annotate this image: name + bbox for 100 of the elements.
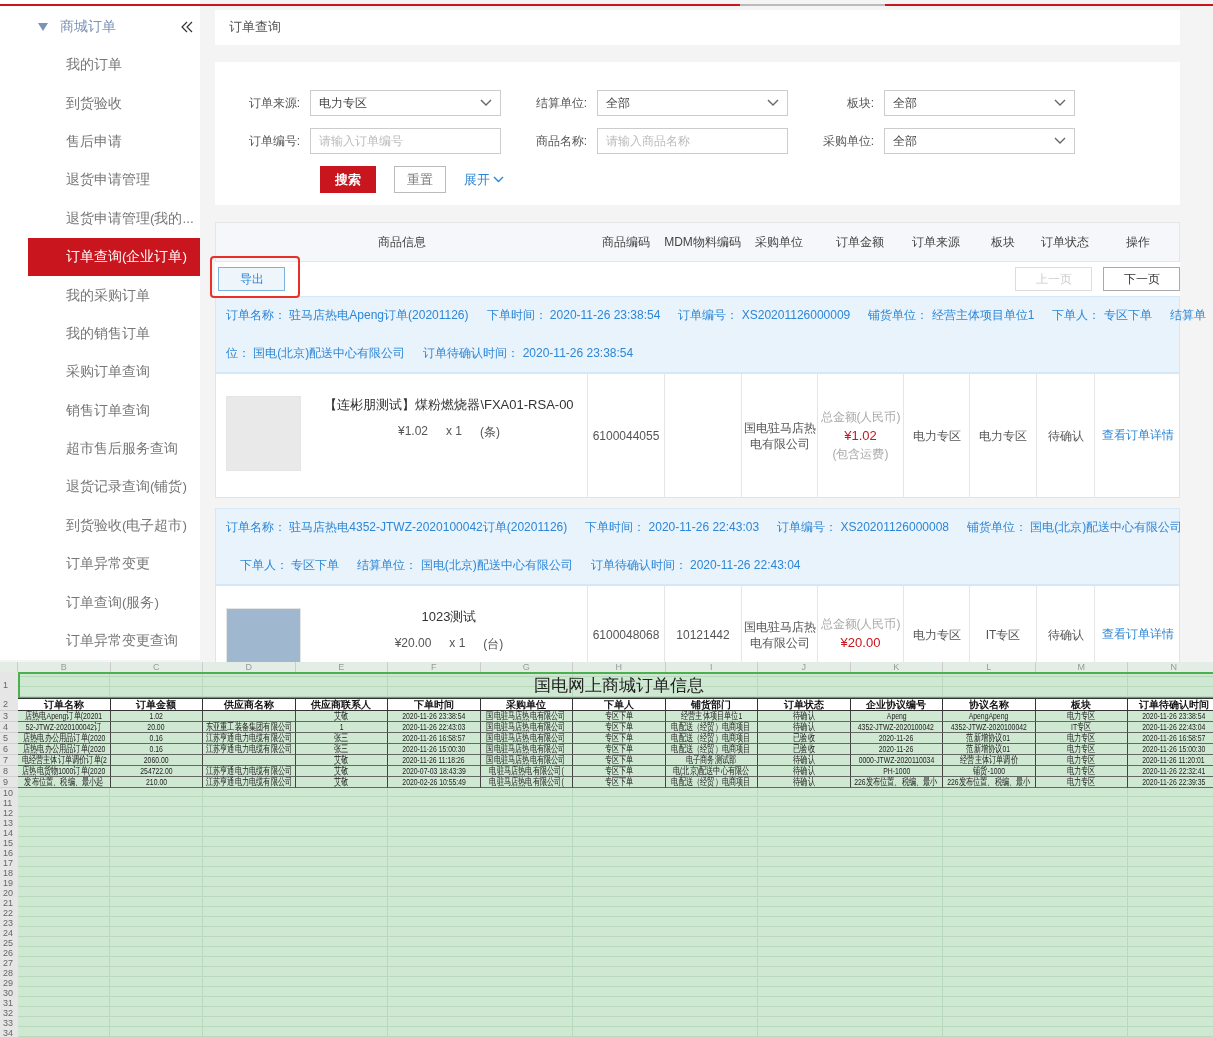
filter-label: 采购单位: [821,132,875,150]
column-header: 操作 [1124,233,1151,251]
table-cell: 2020-11-26 15:00:30 [402,744,466,754]
table-cell: 电驻马店热电有限公司( [489,766,564,776]
order-field: 订单名称： 驻马店热电Apeng订单(20201126) [226,307,469,325]
sidebar-item[interactable]: 订单异常变更查询 [0,621,200,661]
table-cell: 艾敬 [334,766,349,776]
sidebar-item[interactable]: 我的销售订单 [0,314,200,354]
filter-label: 商品名称: [534,132,588,150]
table-cell: 专区下单 [604,766,634,776]
collapse-icon[interactable] [180,21,194,33]
select-field[interactable]: 全部 [597,90,788,116]
sidebar-item[interactable]: 到货验收(电子超市) [0,506,200,546]
table-cell: 210.00 [145,777,167,787]
table-cell: 2020-11-26 11:20:01 [1142,755,1205,765]
select-field[interactable]: 全部 [884,90,1075,116]
select-field[interactable]: 电力专区 [310,90,501,116]
header-cell: 订单名称 [18,698,111,711]
column-header: MDM物料编码 [664,233,741,251]
order-detail-link[interactable]: 查看订单详情 [1102,626,1174,643]
chevron-down-icon [493,176,504,183]
table-cell: 张三 [334,744,349,754]
sidebar-item[interactable]: 我的订单 [0,46,200,85]
sidebar-item[interactable]: 超市售后服务查询 [0,429,200,469]
sidebar-item[interactable]: 订单查询(企业订单) [28,237,200,277]
sidebar-item[interactable]: 售后申请 [0,122,200,162]
table-cell: 电力专区 [1066,733,1096,743]
sidebar-title[interactable]: 商城订单 [60,18,168,36]
sidebar-item[interactable]: 销售订单查询 [0,391,200,430]
table-cell: 2020-11-26 22:39:35 [1142,777,1206,787]
table-cell: 江苏亨通电力电缆有限公司 [205,744,292,754]
table-cell: 国电驻马店热电有限公司 [486,755,566,765]
page-button[interactable]: 下一页 [1103,267,1180,291]
breadcrumb: 订单查询 [229,19,281,36]
reset-button[interactable]: 重置 [394,166,446,193]
expand-link[interactable]: 展开 [464,170,504,189]
column-header: 订单来源 [911,233,961,251]
table-cell: 电子商务测试部 [686,755,737,765]
table-cell: 电力专区 [1066,777,1096,787]
column-letter: B [18,662,111,672]
column-letter: L [943,662,1036,672]
sidebar-item[interactable]: 订单异常变更 [0,545,200,584]
select-field[interactable]: 全部 [884,128,1075,154]
sector: IT专区 [985,626,1021,643]
sidebar-item[interactable]: 我的采购订单 [0,276,200,315]
product-code: 6100044055 [592,427,660,444]
header-cell: 订单待确认时间 [1128,698,1213,711]
table-cell: 226发布位置、税编、最小 [947,777,1031,787]
table-cell: 已验收 [792,744,815,754]
order-field: 订单待确认时间： 2020-11-26 22:43:04 [590,556,801,574]
column-letter: I [665,662,758,672]
table-cell: 专区下单 [604,711,634,721]
product-name[interactable]: 1023测试 [421,608,477,626]
sidebar-item[interactable]: 采购订单查询 [0,353,200,392]
table-cell: 范新增协议01 [966,744,1011,754]
row-number: 2 [0,698,18,711]
header-cell: 协议名称 [943,698,1036,711]
column-letter: M [1035,662,1128,672]
product-name[interactable]: 【连彬朋测试】煤粉燃烧器\FXA01-RSA-00 [324,396,574,414]
sidebar-item[interactable]: 退货申请管理(我的... [0,199,200,238]
export-button[interactable]: 导出 [218,267,285,291]
quantity: x 1 [446,424,462,440]
table-cell: 4352-JTWZ-2020100042 [858,722,935,732]
column-letter: K [850,662,943,672]
order-field: 下单人： 专区下单 [1052,307,1152,325]
table-cell: 电驻马店热电有限公司( [489,777,564,787]
table-cell: 2020-11-26 11:18:26 [402,755,465,765]
table-cell: 待确认 [792,766,815,776]
sidebar-item[interactable]: 到货验收 [0,84,200,123]
chevron-down-icon [480,99,492,107]
sidebar-item[interactable]: 退货记录查询(铺货) [0,468,200,507]
table-cell: 2020-11-26 15:00:30 [1142,744,1206,754]
row-number: 4 [0,722,18,733]
table-cell: 0.16 [149,733,163,743]
table-cell: 1 [339,722,344,732]
order-detail-link[interactable]: 查看订单详情 [1102,427,1174,444]
chevron-down-icon [767,99,779,107]
column-letter: G [480,662,573,672]
column-header: 商品编码 [600,233,651,251]
table-cell: 2020-11-26 [879,744,914,754]
table-cell: 电配送（经贸）电商项目 [671,722,751,732]
sidebar-item[interactable]: 退货申请管理 [0,161,200,200]
order-amount: ¥20.00 [840,634,881,652]
table-cell: 国电驻马店热电有限公司 [486,722,566,732]
header-cell: 订单金额 [110,698,203,711]
header-cell: 板块 [1035,698,1128,711]
table-cell: 东亚重工装备集团有限公司 [205,722,292,732]
table-cell: 电力专区 [1066,711,1096,721]
search-button[interactable]: 搜索 [320,166,376,193]
table-cell: 2020-11-26 16:58:57 [1142,733,1206,743]
table-cell: 江苏亨通电力电缆有限公司 [205,766,292,776]
sidebar-item[interactable]: 订单查询(服务) [0,583,200,622]
table-cell: 2020-11-26 [879,733,914,743]
table-cell: 2020-11-26 23:38:54 [402,711,466,721]
table-cell: 铺货-1000 [972,766,1005,776]
table-cell: 1.02 [149,711,163,721]
shipping-note: (包含运费) [832,445,889,463]
table-cell: 待确认 [792,722,815,732]
order-field: 结算单 [1169,307,1206,325]
order-field: 下单人： 专区下单 [240,556,340,574]
